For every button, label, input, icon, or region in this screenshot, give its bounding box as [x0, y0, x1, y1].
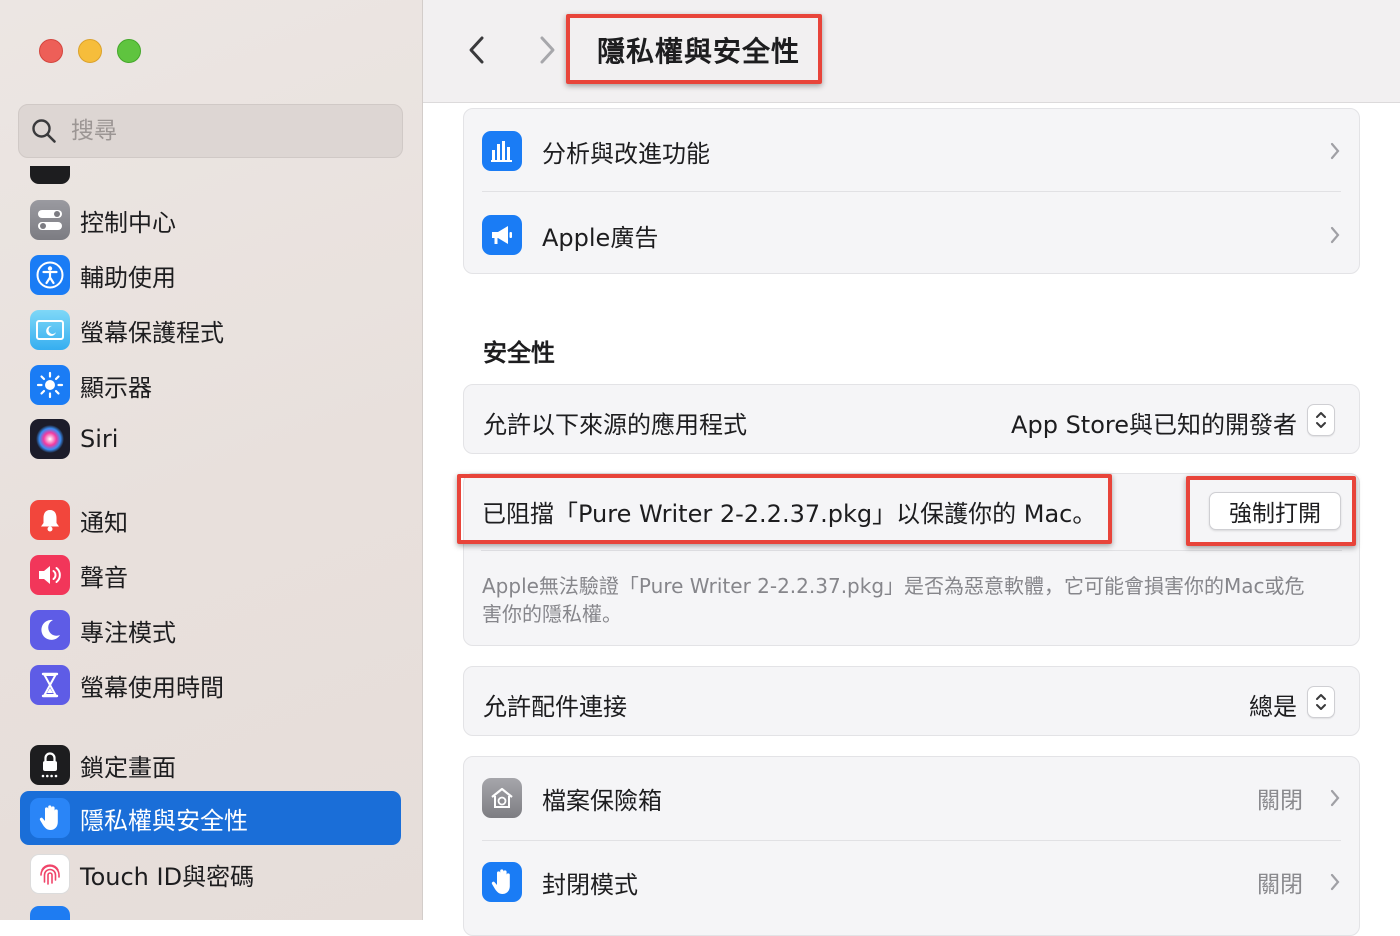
- accessibility-icon: [30, 255, 70, 295]
- lockdown-mode-status: 關閉: [1257, 872, 1303, 898]
- partially-hidden-sidebar-item[interactable]: [30, 906, 72, 920]
- security-features-card: 檔案保險箱 關閉 封閉模式 關閉: [463, 756, 1360, 936]
- screen-saver-icon: [30, 310, 70, 350]
- zoom-window-button[interactable]: [117, 39, 141, 63]
- chevron-right-icon: [1330, 226, 1340, 244]
- chevron-right-icon: [1330, 789, 1340, 807]
- force-open-button[interactable]: 強制打開: [1209, 492, 1341, 530]
- allow-apps-popup-button[interactable]: [1307, 404, 1335, 436]
- apple-ads-label: Apple廣告: [542, 223, 659, 252]
- sidebar: 控制中心 輔助使用 螢幕保護程式: [0, 0, 423, 920]
- sidebar-item-notifications[interactable]: 通知: [20, 493, 401, 547]
- sidebar-item-label: 隱私權與安全性: [80, 806, 248, 835]
- notification-bell-icon: [30, 500, 70, 540]
- analytics-row[interactable]: 分析與改進功能: [464, 129, 1359, 173]
- divider: [482, 191, 1341, 192]
- sidebar-item-label: 螢幕使用時間: [80, 673, 224, 702]
- accessories-popup-button[interactable]: [1307, 686, 1335, 718]
- blocked-app-message: 已阻擋「Pure Writer 2-2.2.37.pkg」以保護你的 Mac。: [482, 500, 1097, 528]
- filevault-house-icon: [482, 778, 522, 818]
- filevault-label: 檔案保險箱: [542, 786, 662, 815]
- window-controls: [39, 39, 141, 63]
- main-content: 隱私權與安全性 分析與改進功能 Apple廣告 安全性 允許以下來源的應用程式 …: [423, 0, 1400, 936]
- back-button[interactable]: [459, 30, 495, 70]
- sidebar-item-label: 輔助使用: [80, 263, 176, 292]
- allow-apps-value[interactable]: App Store與已知的開發者: [1011, 405, 1297, 440]
- sidebar-item-accessibility[interactable]: 輔助使用: [20, 248, 401, 302]
- chevron-up-down-icon: [1316, 412, 1326, 428]
- search-input[interactable]: [69, 117, 373, 145]
- siri-icon: [30, 419, 70, 459]
- sidebar-item-label: Siri: [80, 425, 119, 453]
- sidebar-item-screen-saver[interactable]: 螢幕保護程式: [20, 303, 401, 357]
- chevron-right-icon: [1330, 142, 1340, 160]
- chevron-right-icon: [1330, 873, 1340, 891]
- moon-icon: [30, 610, 70, 650]
- chevron-up-down-icon: [1316, 694, 1326, 710]
- sidebar-item-label: 顯示器: [80, 373, 152, 402]
- allow-apps-card: 允許以下來源的應用程式 App Store與已知的開發者: [463, 384, 1360, 454]
- accessories-value[interactable]: 總是: [1249, 687, 1297, 722]
- page-title: 隱私權與安全性: [597, 35, 801, 68]
- sidebar-item-control-center[interactable]: 控制中心: [20, 193, 401, 247]
- sidebar-item-label: Touch ID與密碼: [80, 862, 255, 891]
- filevault-row[interactable]: 檔案保險箱 關閉: [464, 776, 1359, 820]
- sidebar-item-label: 聲音: [80, 563, 128, 592]
- chevron-left-icon: [469, 36, 484, 64]
- toolbar: 隱私權與安全性: [423, 0, 1400, 103]
- sidebar-item-lock-screen[interactable]: 鎖定畫面: [20, 738, 401, 792]
- allow-apps-label: 允許以下來源的應用程式: [483, 411, 747, 439]
- sidebar-item-label: 控制中心: [80, 208, 176, 237]
- hourglass-icon: [30, 665, 70, 705]
- sidebar-item-screen-time[interactable]: 螢幕使用時間: [20, 658, 401, 712]
- analytics-icon: [482, 131, 522, 171]
- security-section-title: 安全性: [483, 339, 555, 367]
- sidebar-item-displays[interactable]: 顯示器: [20, 358, 401, 412]
- close-window-button[interactable]: [39, 39, 63, 63]
- blocked-app-description: Apple無法驗證「Pure Writer 2-2.2.37.pkg」是否為惡意…: [482, 574, 1305, 626]
- privacy-options-card: 分析與改進功能 Apple廣告: [463, 108, 1360, 274]
- sidebar-item-privacy-security[interactable]: 隱私權與安全性: [20, 791, 401, 845]
- search-icon: [32, 119, 56, 143]
- hand-icon: [482, 862, 522, 902]
- sidebar-item-touch-id[interactable]: Touch ID與密碼: [20, 847, 401, 901]
- divider: [481, 550, 1342, 551]
- accessories-label: 允許配件連接: [483, 693, 627, 721]
- accessories-card: 允許配件連接 總是: [463, 666, 1360, 736]
- analytics-label: 分析與改進功能: [542, 139, 710, 168]
- sidebar-item-label: 通知: [80, 508, 128, 537]
- sidebar-item-siri[interactable]: Siri: [20, 412, 401, 466]
- apple-ads-row[interactable]: Apple廣告: [464, 213, 1359, 257]
- divider: [482, 840, 1341, 841]
- sidebar-item-sound[interactable]: 聲音: [20, 548, 401, 602]
- lockdown-mode-row[interactable]: 封閉模式 關閉: [464, 860, 1359, 904]
- speaker-icon: [30, 555, 70, 595]
- sidebar-item-focus[interactable]: 專注模式: [20, 603, 401, 657]
- lock-screen-icon: [30, 745, 70, 785]
- lockdown-mode-label: 封閉模式: [542, 870, 638, 899]
- hand-icon: [30, 798, 70, 838]
- control-center-icon: [30, 200, 70, 240]
- sidebar-item-label: 專注模式: [80, 618, 176, 647]
- minimize-window-button[interactable]: [78, 39, 102, 63]
- sidebar-item-label: 螢幕保護程式: [80, 318, 224, 347]
- forward-button[interactable]: [529, 30, 565, 70]
- chevron-right-icon: [540, 36, 555, 64]
- megaphone-icon: [482, 215, 522, 255]
- sidebar-item-label: 鎖定畫面: [80, 753, 176, 782]
- partially-hidden-sidebar-item[interactable]: [30, 166, 72, 184]
- fingerprint-icon: [30, 854, 70, 894]
- search-field[interactable]: [18, 104, 403, 158]
- display-brightness-icon: [30, 365, 70, 405]
- filevault-status: 關閉: [1257, 788, 1303, 814]
